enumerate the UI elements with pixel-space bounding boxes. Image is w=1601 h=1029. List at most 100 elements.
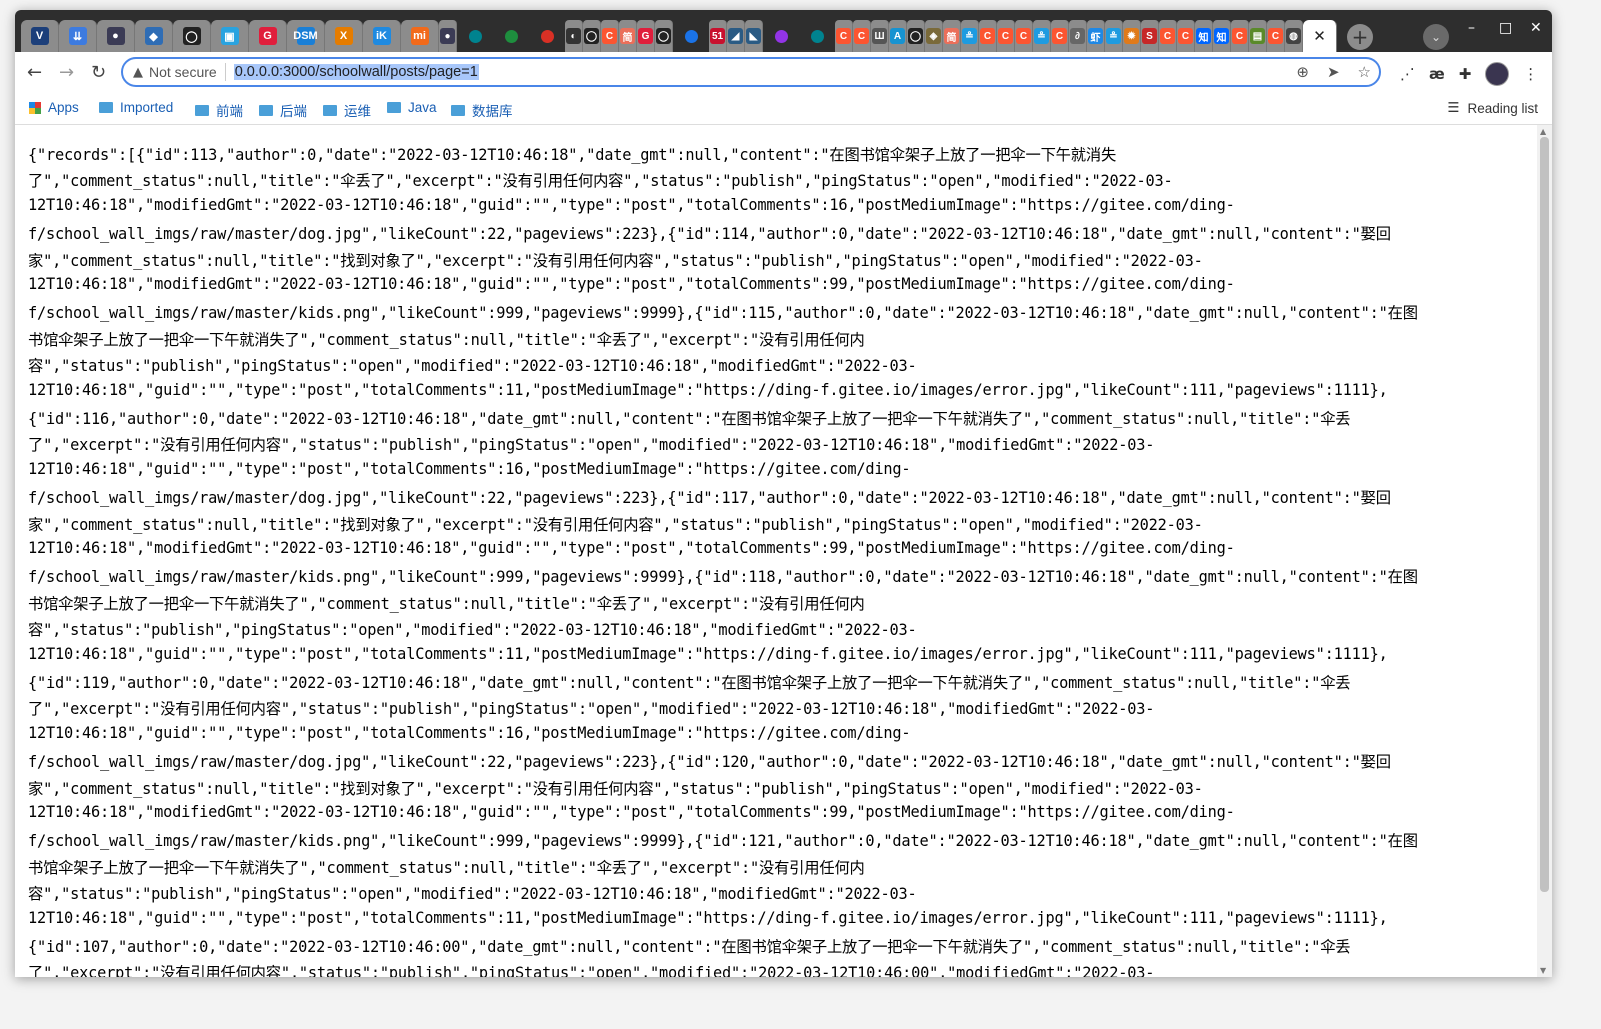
tab[interactable] — [493, 20, 529, 52]
tab-search-button[interactable]: ⌄ — [1423, 24, 1449, 50]
tab[interactable] — [457, 20, 493, 52]
favicon-icon: C — [1160, 28, 1175, 44]
favicon-icon: ≗ — [962, 28, 977, 44]
json-line: 家","comment_status":null,"title":"找到对象了"… — [28, 515, 1203, 534]
tab[interactable]: iK — [363, 20, 401, 52]
tab[interactable]: ◯ — [583, 20, 601, 52]
tab[interactable]: C — [835, 20, 853, 52]
tab[interactable]: ▣ — [211, 20, 249, 52]
favicon-icon: ≗ — [1106, 28, 1121, 44]
bookmark-imported[interactable]: Imported — [99, 100, 173, 115]
tab[interactable]: ∂ — [1069, 20, 1087, 52]
bookmark-运维[interactable]: 运维 — [323, 100, 371, 120]
browser-window: V ⇊ ● ◆ ◯ ▣ G DSM XiK mi ● ◐ ◯ C 简 G ◯ 51 ◢ ◣ C C Ш A ◯ ◈ 简 ≗ C C C ≗ C ∂… — [15, 10, 1552, 977]
tab[interactable]: ⇊ — [59, 20, 97, 52]
tab[interactable]: ● — [439, 20, 457, 52]
scrollbar-thumb[interactable] — [1540, 137, 1549, 892]
tab[interactable]: C — [601, 20, 619, 52]
security-label[interactable]: Not secure — [149, 64, 217, 80]
tab[interactable]: C — [1267, 20, 1285, 52]
tab[interactable]: C — [1051, 20, 1069, 52]
tab[interactable]: ▤ — [1249, 20, 1267, 52]
maximize-button[interactable]: □ — [1499, 20, 1512, 36]
tab[interactable]: ≗ — [1105, 20, 1123, 52]
folder-icon — [323, 104, 337, 116]
zoom-icon[interactable]: ⊕ — [1296, 63, 1309, 81]
warning-icon[interactable]: ▲ — [133, 65, 143, 80]
tab[interactable]: ≗ — [961, 20, 979, 52]
address-bar[interactable]: ▲ Not secure 0.0.0.0:3000/schoolwall/pos… — [121, 57, 1381, 87]
close-window-button[interactable]: ✕ — [1530, 20, 1542, 36]
tab[interactable]: 知 — [1213, 20, 1231, 52]
tab[interactable]: ◐ — [565, 20, 583, 52]
tab[interactable]: ◍ — [1285, 20, 1303, 52]
puzzle-icon[interactable]: ✚ — [1459, 65, 1472, 83]
extension-icon[interactable]: ⋰ — [1400, 65, 1415, 83]
tab[interactable]: ◆ — [135, 20, 173, 52]
bookmark-apps[interactable]: Apps — [29, 100, 79, 115]
tab-group-dot-icon — [540, 29, 554, 43]
tab[interactable]: ◯ — [655, 20, 673, 52]
tab[interactable]: 简 — [943, 20, 961, 52]
url-text[interactable]: 0.0.0.0:3000/schoolwall/posts/page=1 — [233, 64, 479, 80]
tab[interactable]: 虾 — [1087, 20, 1105, 52]
tab[interactable] — [799, 20, 835, 52]
tab[interactable]: X — [325, 20, 363, 52]
scroll-down-icon[interactable]: ▼ — [1540, 966, 1546, 975]
bookmark-star-icon[interactable]: ☆ — [1358, 63, 1371, 81]
tab[interactable]: DSM — [287, 20, 325, 52]
tab[interactable]: ◈ — [925, 20, 943, 52]
tab[interactable]: mi — [401, 20, 439, 52]
new-tab-button[interactable]: + — [1347, 24, 1373, 50]
tab[interactable]: C — [1015, 20, 1033, 52]
tab[interactable]: A — [889, 20, 907, 52]
tab[interactable]: ≗ — [1033, 20, 1051, 52]
tab[interactable] — [529, 20, 565, 52]
tab[interactable]: ◯ — [907, 20, 925, 52]
reload-button[interactable]: ↻ — [91, 62, 106, 83]
favicon-icon: C — [1178, 28, 1193, 44]
tab[interactable]: ◢ — [727, 20, 745, 52]
tab[interactable]: G — [637, 20, 655, 52]
tab[interactable]: S — [1141, 20, 1159, 52]
ae-extension-icon[interactable]: æ — [1429, 65, 1445, 83]
avatar[interactable] — [1485, 62, 1510, 86]
minimize-button[interactable]: – — [1468, 20, 1475, 36]
forward-button[interactable]: → — [59, 62, 74, 83]
json-line: 12T10:46:18","modifiedGmt":"2022-03-12T1… — [28, 803, 1235, 821]
json-line: f/school_wall_imgs/raw/master/kids.png",… — [28, 832, 1418, 851]
tab[interactable]: 简 — [619, 20, 637, 52]
tab[interactable]: 51 — [709, 20, 727, 52]
active-tab[interactable]: ✕ — [1303, 20, 1337, 52]
bookmark-后端[interactable]: 后端 — [259, 100, 307, 120]
favicon-icon: ∂ — [1070, 28, 1085, 44]
bookmark-数据库[interactable]: 数据库 — [451, 100, 513, 120]
tab[interactable]: Ш — [871, 20, 889, 52]
tab[interactable]: C — [997, 20, 1015, 52]
tab[interactable] — [763, 20, 799, 52]
tab[interactable]: C — [1159, 20, 1177, 52]
tab[interactable]: ◣ — [745, 20, 763, 52]
tab[interactable]: C — [1177, 20, 1195, 52]
tab[interactable]: C — [979, 20, 997, 52]
tab[interactable]: 知 — [1195, 20, 1213, 52]
scrollbar[interactable]: ▲ ▼ — [1537, 125, 1552, 977]
tab[interactable]: V — [21, 20, 59, 52]
back-button[interactable]: ← — [27, 62, 42, 83]
json-line: 了","excerpt":"没有引用任何内容","status":"publis… — [28, 436, 1155, 455]
tab[interactable] — [673, 20, 709, 52]
reading-list-button[interactable]: ☰ Reading list — [1447, 100, 1538, 116]
bookmark-前端[interactable]: 前端 — [195, 100, 243, 120]
tab[interactable]: ◯ — [173, 20, 211, 52]
tab[interactable]: G — [249, 20, 287, 52]
tab[interactable]: ● — [97, 20, 135, 52]
favicon-icon: C — [998, 28, 1013, 44]
tab[interactable]: C — [1231, 20, 1249, 52]
tab[interactable]: ✹ — [1123, 20, 1141, 52]
menu-icon[interactable]: ⋮ — [1523, 65, 1538, 83]
tab[interactable]: C — [853, 20, 871, 52]
close-tab-icon[interactable]: ✕ — [1313, 27, 1326, 45]
send-icon[interactable]: ➤ — [1327, 63, 1340, 81]
bookmark-java[interactable]: Java — [387, 100, 437, 115]
scroll-up-icon[interactable]: ▲ — [1540, 127, 1546, 136]
